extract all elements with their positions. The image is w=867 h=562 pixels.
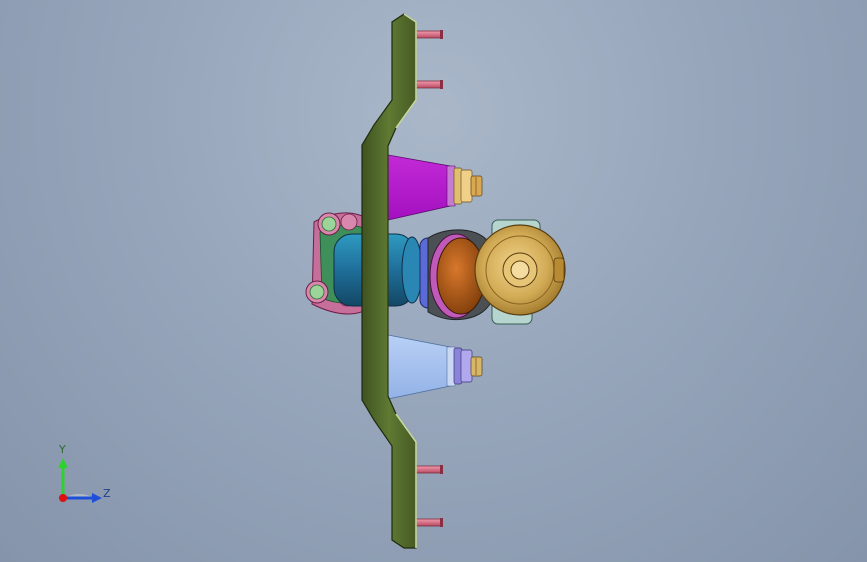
brass-nut-top[interactable] [453,167,483,205]
assembly-graphics[interactable] [0,0,867,562]
lightblue-cone-bracket[interactable] [387,334,456,400]
triad-y-label: Y [59,443,66,456]
z-axis-arrowhead [92,493,102,503]
coordinate-triad [58,458,102,503]
triad-z-label: Z [103,487,111,500]
model-viewport[interactable]: Y Z [0,0,867,562]
x-axis-point [59,494,67,502]
y-axis-arrowhead [58,458,68,468]
bolt-nut-bottom[interactable] [453,347,483,385]
magenta-cone-bracket[interactable] [387,154,456,221]
bronze-valve-head[interactable] [474,224,566,316]
